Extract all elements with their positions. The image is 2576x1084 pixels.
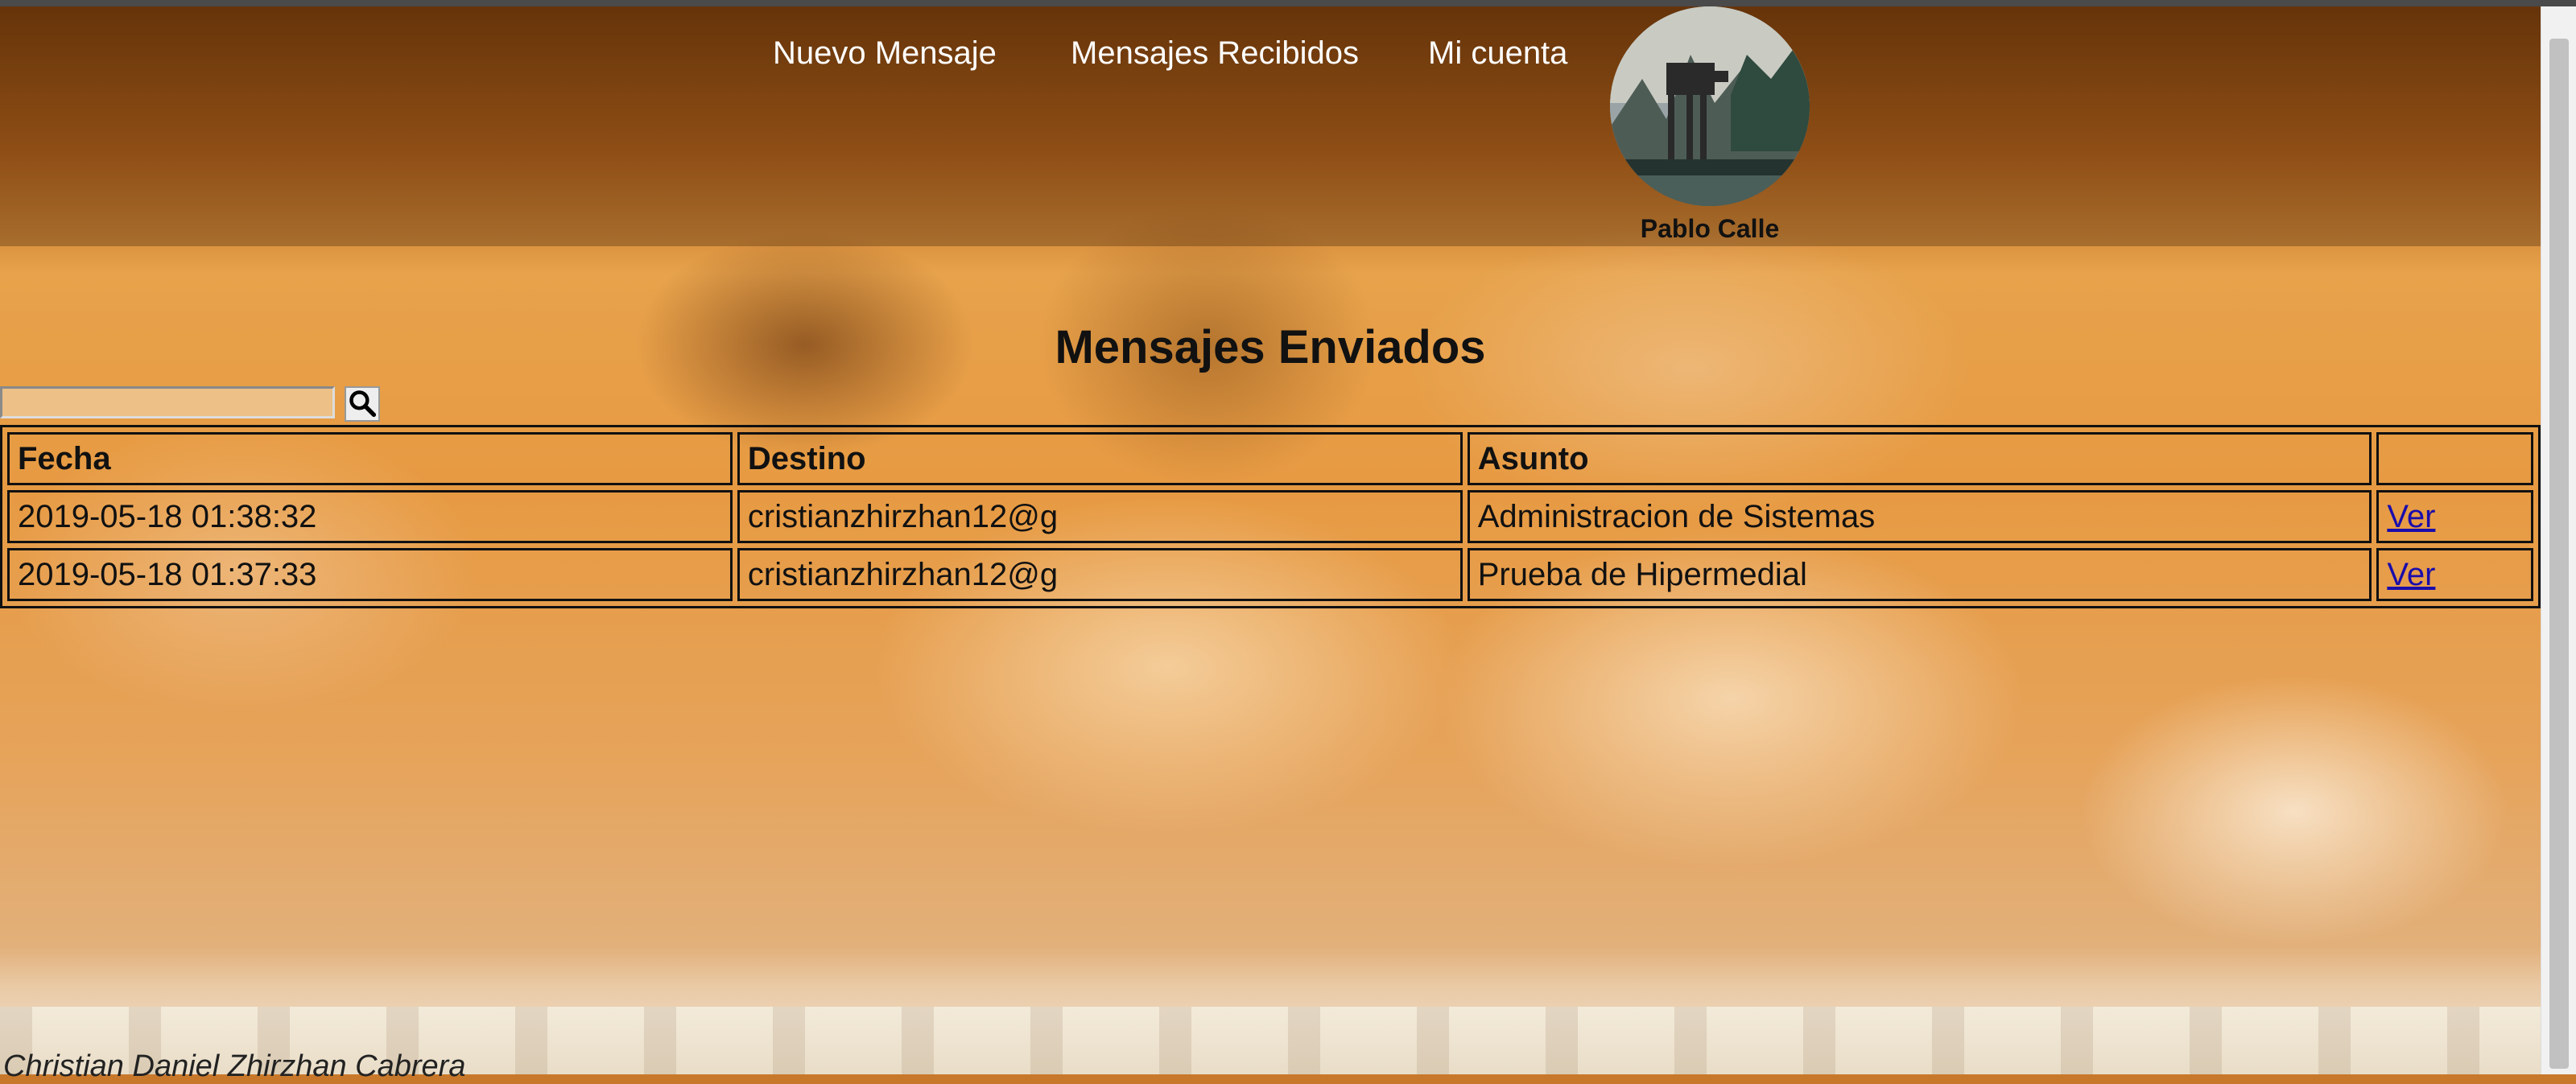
cell-asunto: Administracion de Sistemas bbox=[1467, 490, 2372, 543]
search-input[interactable] bbox=[0, 386, 335, 418]
cell-destino: cristianzhirzhan12@g bbox=[737, 548, 1463, 601]
search-icon bbox=[349, 389, 377, 417]
user-name: Pablo Calle bbox=[1640, 214, 1780, 243]
header-fecha: Fecha bbox=[7, 432, 733, 485]
footer-author: Christian Daniel Zhirzhan Cabrera bbox=[3, 1049, 466, 1083]
search-button[interactable] bbox=[345, 386, 380, 422]
view-message-link[interactable]: Ver bbox=[2387, 499, 2435, 534]
window-top-border bbox=[0, 0, 2576, 6]
page-title: Mensajes Enviados bbox=[1055, 321, 1486, 373]
nav-my-account[interactable]: Mi cuenta bbox=[1428, 35, 1567, 72]
header-action bbox=[2376, 432, 2533, 485]
table-row: 2019-05-18 01:37:33 cristianzhirzhan12@g… bbox=[7, 548, 2533, 601]
cell-asunto: Prueba de Hipermedial bbox=[1467, 548, 2372, 601]
avatar-image bbox=[1610, 6, 1810, 206]
cell-action: Ver bbox=[2376, 548, 2533, 601]
view-message-link[interactable]: Ver bbox=[2387, 557, 2435, 592]
user-avatar[interactable] bbox=[1610, 6, 1810, 206]
vertical-scrollbar[interactable] bbox=[2541, 6, 2576, 1074]
cell-destino: cristianzhirzhan12@g bbox=[737, 490, 1463, 543]
cell-action: Ver bbox=[2376, 490, 2533, 543]
scrollbar-thumb[interactable] bbox=[2549, 39, 2569, 1069]
nav-new-message[interactable]: Nuevo Mensaje bbox=[773, 35, 997, 72]
header-destino: Destino bbox=[737, 432, 1463, 485]
sent-messages-table: Fecha Destino Asunto 2019-05-18 01:38:32… bbox=[0, 425, 2541, 608]
cell-fecha: 2019-05-18 01:38:32 bbox=[7, 490, 733, 543]
cell-fecha: 2019-05-18 01:37:33 bbox=[7, 548, 733, 601]
table-row: 2019-05-18 01:38:32 cristianzhirzhan12@g… bbox=[7, 490, 2533, 543]
table-header-row: Fecha Destino Asunto bbox=[7, 432, 2533, 485]
nav-received-messages[interactable]: Mensajes Recibidos bbox=[1071, 35, 1359, 72]
header-asunto: Asunto bbox=[1467, 432, 2372, 485]
